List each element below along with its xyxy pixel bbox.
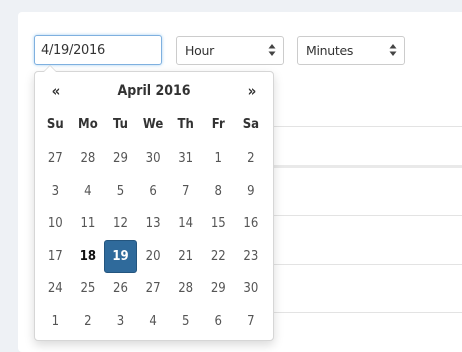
day-cell[interactable]: 12 — [104, 208, 137, 241]
day-cell[interactable]: 3 — [104, 305, 137, 338]
day-cell[interactable]: 16 — [235, 208, 268, 241]
day-cell[interactable]: 1 — [202, 143, 235, 176]
day-cell-today[interactable]: 18 — [72, 240, 105, 273]
weekday-header: We — [142, 116, 164, 132]
day-cell[interactable]: 7 — [169, 175, 202, 208]
day-cell[interactable]: 4 — [72, 175, 105, 208]
minutes-select[interactable]: Minutes — [297, 36, 405, 65]
day-cell[interactable]: 20 — [137, 240, 170, 273]
weekday-header: Fr — [211, 116, 225, 132]
weekday-header: Sa — [242, 116, 260, 132]
day-cell[interactable]: 2 — [235, 143, 268, 176]
day-cell[interactable]: 5 — [104, 175, 137, 208]
day-cell[interactable]: 30 — [137, 143, 170, 176]
day-cell[interactable]: 4 — [137, 305, 170, 338]
day-cell[interactable]: 26 — [104, 273, 137, 306]
day-cell[interactable]: 29 — [104, 143, 137, 176]
table-divider — [272, 215, 462, 216]
day-cell[interactable]: 27 — [137, 273, 170, 306]
datepicker-popup: « April 2016 » Su Mo Tu We Th Fr Sa 27 28 29 30 31 1… — [34, 65, 274, 341]
weekday-header: Su — [46, 116, 64, 132]
day-cell[interactable]: 9 — [235, 175, 268, 208]
day-cell[interactable]: 10 — [39, 208, 72, 241]
day-cell[interactable]: 15 — [202, 208, 235, 241]
select-arrows-icon — [389, 44, 397, 56]
day-cell[interactable]: 24 — [39, 273, 72, 306]
table-divider — [272, 126, 462, 127]
day-cell-selected[interactable]: 19 — [104, 240, 137, 273]
day-cell[interactable]: 6 — [202, 305, 235, 338]
minutes-select-value: Minutes — [306, 43, 354, 58]
day-cell[interactable]: 11 — [72, 208, 105, 241]
table-header-divider — [272, 165, 462, 168]
day-cell[interactable]: 25 — [72, 273, 105, 306]
hour-select-value: Hour — [185, 43, 214, 58]
weekday-header: Tu — [113, 116, 128, 132]
day-cell[interactable]: 7 — [235, 305, 268, 338]
day-cell[interactable]: 17 — [39, 240, 72, 273]
select-arrows-icon — [268, 44, 276, 56]
weekday-header: Th — [177, 116, 194, 132]
day-cell[interactable]: 6 — [137, 175, 170, 208]
weekday-header: Mo — [78, 116, 98, 132]
day-cell[interactable]: 3 — [39, 175, 72, 208]
day-cell[interactable]: 22 — [202, 240, 235, 273]
table-divider — [272, 264, 462, 265]
datepicker-grid: Su Mo Tu We Th Fr Sa 27 28 29 30 31 1 2 3 4 5 6 7 8 9 10 11 12 1… — [39, 110, 267, 338]
day-cell[interactable]: 21 — [169, 240, 202, 273]
date-input[interactable] — [34, 35, 162, 65]
day-cell[interactable]: 2 — [72, 305, 105, 338]
day-cell[interactable]: 23 — [235, 240, 268, 273]
datepicker-month-title[interactable]: April 2016 — [73, 83, 235, 99]
table-divider — [272, 312, 462, 313]
day-cell[interactable]: 8 — [202, 175, 235, 208]
next-month-button[interactable]: » — [235, 82, 269, 100]
day-cell[interactable]: 27 — [39, 143, 72, 176]
day-cell[interactable]: 28 — [169, 273, 202, 306]
hour-select[interactable]: Hour — [176, 36, 284, 65]
day-cell[interactable]: 29 — [202, 273, 235, 306]
day-cell[interactable]: 14 — [169, 208, 202, 241]
day-cell[interactable]: 31 — [169, 143, 202, 176]
prev-month-button[interactable]: « — [39, 82, 73, 100]
day-cell[interactable]: 28 — [72, 143, 105, 176]
day-cell[interactable]: 5 — [169, 305, 202, 338]
day-cell[interactable]: 1 — [39, 305, 72, 338]
day-cell[interactable]: 13 — [137, 208, 170, 241]
datepicker-header: « April 2016 » — [39, 78, 269, 104]
day-cell[interactable]: 30 — [235, 273, 268, 306]
